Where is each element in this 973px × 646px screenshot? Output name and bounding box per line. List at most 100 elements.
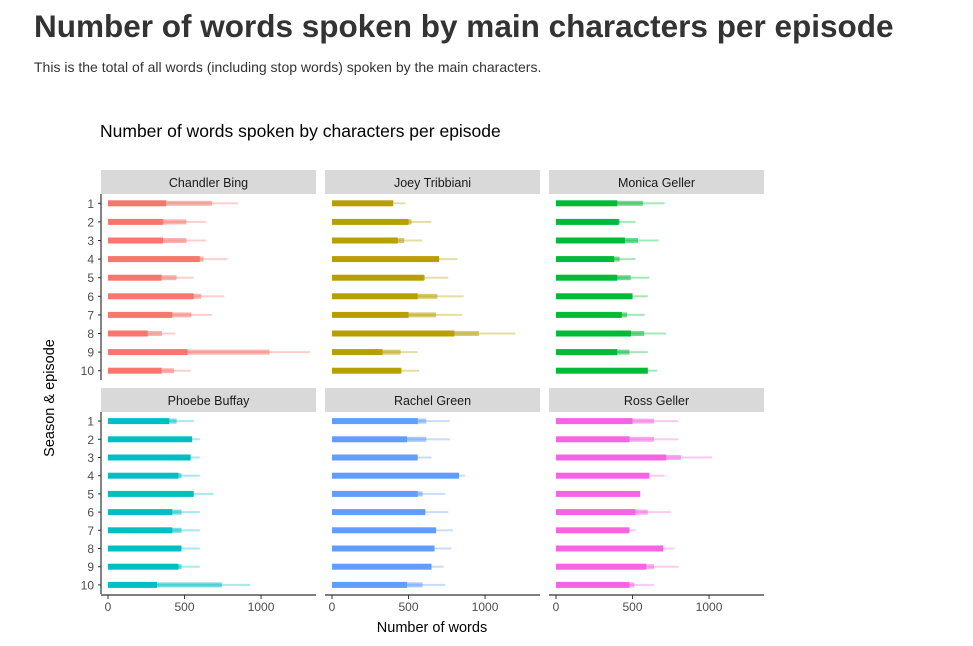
- y-axis-label: Season & episode: [42, 339, 58, 457]
- bar: [108, 367, 162, 374]
- bar: [556, 218, 619, 225]
- bar: [556, 311, 622, 318]
- facet-strip-label: Chandler Bing: [169, 176, 248, 190]
- faceted-bar-chart: Number of words spoken by characters per…: [42, 121, 764, 636]
- x-tick-label: 0: [329, 600, 336, 614]
- x-tick-label: 1000: [472, 600, 499, 614]
- x-tick-label: 500: [399, 600, 419, 614]
- bar: [556, 527, 630, 534]
- y-tick-label: 1: [87, 197, 94, 211]
- x-tick-label: 1000: [248, 600, 275, 614]
- bar: [332, 349, 383, 356]
- y-tick-label: 5: [87, 271, 94, 285]
- bar: [332, 256, 440, 263]
- bar: [108, 218, 164, 225]
- bar: [556, 563, 647, 570]
- bar: [108, 200, 167, 207]
- bar: [332, 509, 426, 516]
- facet-strip-label: Phoebe Buffay: [168, 394, 251, 408]
- facet-panel-ross-geller: Ross Geller 0 500 1000: [549, 388, 764, 614]
- x-tick-label: 500: [175, 600, 195, 614]
- bar: [556, 509, 636, 516]
- bar: [332, 472, 460, 479]
- bar: [556, 490, 641, 497]
- y-tick-label: 6: [87, 506, 94, 520]
- bar: [108, 418, 170, 425]
- bar: [108, 509, 173, 516]
- bar: [556, 367, 648, 374]
- facet-panel-phoebe-buffay: Phoebe Buffay 1 2 3 4 5 6 7 8 9 10 0 500 1000: [81, 388, 316, 614]
- bar: [556, 256, 615, 263]
- bar: [332, 454, 418, 461]
- bar: [332, 490, 418, 497]
- x-axis-label: Number of words: [377, 620, 487, 636]
- bar: [332, 581, 407, 588]
- y-tick-label: 3: [87, 451, 94, 465]
- bar: [332, 293, 418, 300]
- bar: [556, 472, 650, 479]
- y-tick-label: 2: [87, 215, 94, 229]
- y-tick-label: 9: [87, 346, 94, 360]
- bar: [556, 200, 618, 207]
- bar: [332, 218, 409, 225]
- bar: [556, 545, 664, 552]
- bar: [108, 293, 194, 300]
- bar: [108, 436, 193, 443]
- bar: [108, 311, 173, 318]
- y-tick-label: 6: [87, 290, 94, 304]
- bar: [556, 349, 618, 356]
- bar: [556, 274, 618, 281]
- bar: [332, 200, 394, 207]
- x-tick-label: 0: [105, 600, 112, 614]
- bar: [108, 545, 182, 552]
- bar: [108, 349, 188, 356]
- facet-panel-monica-geller: Monica Geller: [549, 170, 764, 374]
- y-tick-label: 10: [81, 364, 95, 378]
- bar: [108, 581, 157, 588]
- y-tick-label: 3: [87, 234, 94, 248]
- x-tick-label: 0: [553, 600, 560, 614]
- y-tick-label: 8: [87, 327, 94, 341]
- bar: [108, 472, 179, 479]
- bar: [332, 311, 409, 318]
- y-tick-label: 5: [87, 487, 94, 501]
- bar: [108, 330, 148, 337]
- bar: [108, 563, 179, 570]
- bar: [108, 256, 200, 263]
- facet-panel-chandler-bing: Chandler Bing 1 2 3 4 5 6 7 8 9 10: [81, 170, 316, 380]
- y-tick-label: 4: [87, 253, 94, 267]
- y-tick-label: 8: [87, 542, 94, 556]
- bar: [332, 330, 455, 337]
- bar: [108, 454, 191, 461]
- bar: [332, 545, 435, 552]
- bar: [108, 237, 164, 244]
- x-tick-label: 500: [623, 600, 643, 614]
- bar: [108, 490, 194, 497]
- x-tick-label: 1000: [696, 600, 723, 614]
- y-tick-label: 1: [87, 415, 94, 429]
- bar: [332, 563, 432, 570]
- y-tick-label: 2: [87, 433, 94, 447]
- facet-strip-label: Ross Geller: [624, 394, 689, 408]
- y-tick-label: 7: [87, 308, 94, 322]
- facet-panel-joey-tribbiani: Joey Tribbiani: [325, 170, 540, 374]
- bar: [556, 436, 630, 443]
- bar: [556, 330, 631, 337]
- bar: [556, 581, 630, 588]
- bar: [108, 527, 173, 534]
- chart-title: Number of words spoken by characters per…: [100, 121, 501, 141]
- bar: [556, 418, 633, 425]
- facet-panel-rachel-green: Rachel Green 0 500 1000: [325, 388, 540, 614]
- bar: [556, 237, 625, 244]
- facet-panels: Chandler Bing12345678910Joey Tribbiani Mo…: [81, 170, 764, 614]
- bar: [332, 418, 418, 425]
- y-tick-label: 10: [81, 578, 95, 592]
- y-tick-label: 9: [87, 560, 94, 574]
- y-tick-label: 4: [87, 469, 94, 483]
- facet-strip-label: Joey Tribbiani: [394, 176, 471, 190]
- bar: [332, 436, 407, 443]
- bar: [108, 274, 162, 281]
- facet-strip-label: Monica Geller: [618, 176, 695, 190]
- bar: [332, 274, 424, 281]
- facet-strip-label: Rachel Green: [394, 394, 471, 408]
